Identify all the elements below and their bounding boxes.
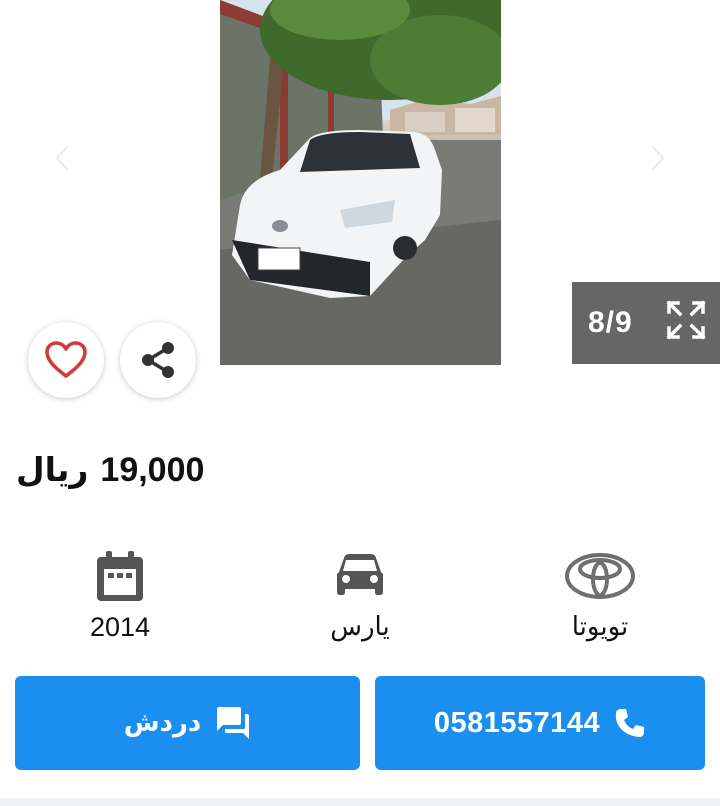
chat-bubble-icon xyxy=(217,707,250,739)
price-currency: ريال xyxy=(16,450,89,489)
car-photo[interactable] xyxy=(220,0,501,365)
favorite-button[interactable] xyxy=(28,322,104,398)
call-button[interactable]: 0581557144 xyxy=(375,676,705,770)
price-amount: 19,000 xyxy=(100,451,205,489)
heart-outline-icon xyxy=(45,341,87,378)
phone-icon xyxy=(615,709,645,737)
car-photo-illustration xyxy=(220,0,501,365)
chevron-right-icon xyxy=(650,144,666,172)
toyota-logo xyxy=(565,553,635,599)
image-gallery[interactable]: 8/9 xyxy=(0,0,720,365)
share-button[interactable] xyxy=(120,322,196,398)
spec-year-label: 2014 xyxy=(89,612,151,642)
bottom-divider xyxy=(0,798,720,806)
spec-brand: تويوتا xyxy=(520,546,680,642)
spec-brand-label: تويوتا xyxy=(571,612,629,642)
chat-button-label: دردش xyxy=(123,708,202,738)
car-icon xyxy=(337,554,383,595)
spec-year: 2014 xyxy=(40,546,200,643)
next-image-button[interactable] xyxy=(640,140,676,176)
spec-model: يارس xyxy=(280,546,440,642)
previous-image-button[interactable] xyxy=(44,140,80,176)
calendar-icon xyxy=(97,551,143,601)
expand-fullscreen-icon[interactable] xyxy=(666,300,706,340)
share-icon xyxy=(142,342,174,378)
image-counter[interactable]: 8/9 xyxy=(572,282,720,364)
chat-button[interactable]: دردش xyxy=(15,676,360,770)
listing-price: ريال 19,000 xyxy=(16,450,204,500)
chevron-left-icon xyxy=(54,144,70,172)
spec-model-label: يارس xyxy=(330,612,390,642)
phone-number: 0581557144 xyxy=(433,706,601,739)
image-counter-text: 8/9 xyxy=(588,306,633,339)
